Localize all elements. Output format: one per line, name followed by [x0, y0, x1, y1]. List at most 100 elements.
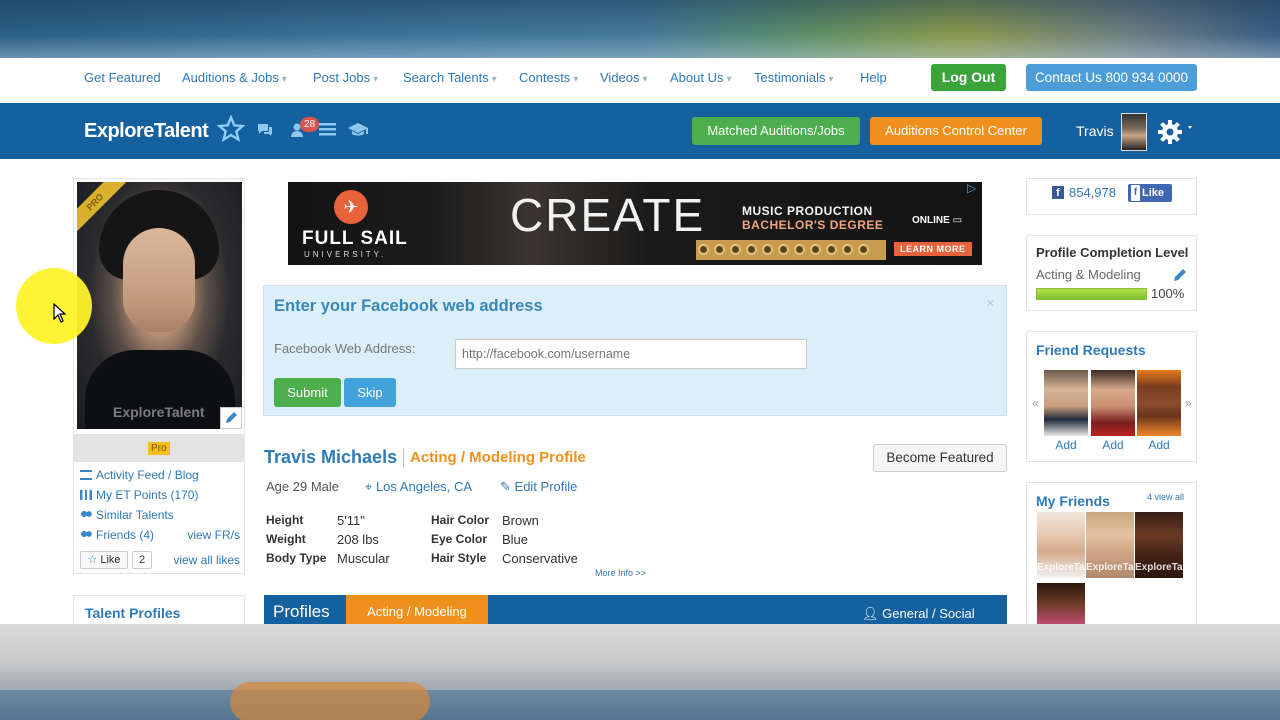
- nav-label: Help: [860, 70, 887, 85]
- header-username[interactable]: Travis: [1076, 123, 1114, 139]
- nav-label: Post Jobs: [313, 70, 371, 85]
- submit-button[interactable]: Submit: [274, 378, 341, 407]
- divider: [403, 449, 404, 467]
- ad-banner[interactable]: ✈ FULL SAIL UNIVERSITY. CREATE MUSIC PRO…: [288, 182, 982, 265]
- nav-auditions-jobs[interactable]: Auditions & Jobs ▾: [182, 70, 287, 85]
- talent-profiles-title[interactable]: Talent Profiles: [85, 605, 180, 621]
- pencil-icon[interactable]: [1172, 267, 1188, 283]
- pencil-icon: ✎: [500, 479, 511, 494]
- pro-strip: Pro: [74, 434, 244, 462]
- my-friends-title[interactable]: My Friends: [1036, 493, 1110, 509]
- nav-label: Search Talents: [403, 70, 489, 85]
- profile-photo[interactable]: ExploreTalent PRO: [77, 182, 242, 429]
- facebook-like-button[interactable]: Like: [1128, 184, 1172, 202]
- friend-request-photo[interactable]: [1091, 370, 1135, 436]
- activity-feed-link[interactable]: Activity Feed / Blog: [80, 468, 199, 482]
- view-friend-requests-link[interactable]: view FR/s: [187, 528, 240, 542]
- nav-help[interactable]: Help: [860, 70, 887, 85]
- star-logo-icon: [217, 115, 245, 142]
- attr-value: Muscular: [337, 551, 390, 566]
- map-marker-icon: ⌖: [365, 479, 373, 494]
- et-points-label: My ET Points (170): [96, 488, 199, 502]
- ad-cta[interactable]: LEARN MORE: [894, 242, 972, 256]
- like-button[interactable]: ☆ Like: [80, 551, 128, 569]
- signal-bars-icon: [80, 490, 92, 500]
- nav-videos[interactable]: Videos ▾: [600, 70, 648, 85]
- profile-type[interactable]: Acting / Modeling Profile: [410, 449, 586, 466]
- skip-button[interactable]: Skip: [344, 378, 396, 407]
- pro-tag: Pro: [148, 442, 170, 455]
- friend-photo[interactable]: ExploreTalent: [1135, 512, 1183, 578]
- tab-general-social[interactable]: 👤︎ General / Social: [862, 606, 975, 622]
- site-logo[interactable]: ExploreTalent: [84, 120, 209, 143]
- list-icon: [80, 470, 92, 480]
- laptop-icon: ▭: [952, 215, 963, 226]
- add-friend-link[interactable]: Add: [1137, 438, 1181, 452]
- caret-down-icon: ▾: [726, 74, 732, 85]
- caret-down-icon: ▾: [281, 74, 287, 85]
- friend-photo[interactable]: ExploreTalent: [1037, 512, 1085, 578]
- more-info-link[interactable]: More Info >>: [595, 568, 646, 578]
- next-arrow-icon[interactable]: »: [1185, 396, 1192, 410]
- caret-down-icon: ▾: [373, 74, 379, 85]
- nav-testimonials[interactable]: Testimonials ▾: [754, 70, 834, 85]
- users-icon: [80, 510, 92, 520]
- friend-request-photo[interactable]: [1137, 370, 1181, 436]
- caret-down-icon: ▾: [573, 74, 579, 85]
- site-header: ExploreTalent 28 Matched Auditions/Jobs …: [0, 103, 1280, 159]
- edit-profile-link[interactable]: ✎ Edit Profile: [500, 479, 577, 495]
- close-icon[interactable]: ×: [986, 295, 995, 312]
- friends-link[interactable]: Friends (4): [80, 528, 154, 542]
- become-featured-button[interactable]: Become Featured: [873, 444, 1007, 472]
- ad-program: MUSIC PRODUCTION BACHELOR'S DEGREE: [742, 204, 883, 232]
- nav-contests[interactable]: Contests ▾: [519, 70, 578, 85]
- friend-photo[interactable]: [1037, 583, 1085, 627]
- view-all-likes-link[interactable]: view all likes: [173, 553, 240, 567]
- nav-label: Videos: [600, 70, 640, 85]
- prev-arrow-icon[interactable]: «: [1032, 396, 1039, 410]
- facebook-icon: f: [1052, 186, 1064, 199]
- tab-profiles: Profiles: [273, 602, 330, 621]
- logout-button[interactable]: Log Out: [931, 64, 1006, 91]
- attr-value: 208 lbs: [337, 532, 379, 547]
- friend-photo[interactable]: ExploreTalent: [1086, 512, 1134, 578]
- tab-acting-modeling[interactable]: Acting / Modeling: [346, 595, 488, 625]
- similar-talents-link[interactable]: Similar Talents: [80, 508, 174, 522]
- menu-list-icon[interactable]: [319, 122, 336, 137]
- notification-badge: 28: [300, 117, 320, 132]
- ad-mixer-graphic: [696, 240, 886, 260]
- nav-about-us[interactable]: About Us ▾: [670, 70, 732, 85]
- contact-us-button[interactable]: Contact Us 800 934 0000: [1026, 64, 1197, 91]
- nav-post-jobs[interactable]: Post Jobs ▾: [313, 70, 378, 85]
- auditions-control-center-button[interactable]: Auditions Control Center: [870, 117, 1042, 145]
- view-all-friends-link[interactable]: 4 view all: [1147, 492, 1184, 502]
- profile-name[interactable]: Travis Michaels: [264, 447, 397, 468]
- attr-key: Eye Color: [431, 532, 488, 546]
- photo-watermark: ExploreTalent: [113, 404, 205, 420]
- nav-get-featured[interactable]: Get Featured: [84, 70, 161, 85]
- ad-choices-icon[interactable]: ▷: [967, 181, 976, 195]
- friend-request-photo[interactable]: [1044, 370, 1088, 436]
- add-friend-link[interactable]: Add: [1091, 438, 1135, 452]
- age-gender: Age 29 Male: [266, 479, 339, 494]
- friend-photo-watermark: ExploreTalent: [1135, 562, 1183, 573]
- ad-line1: MUSIC PRODUCTION: [742, 204, 873, 218]
- completion-category: Acting & Modeling: [1036, 267, 1141, 282]
- et-points-link[interactable]: My ET Points (170): [80, 488, 198, 502]
- users-icon: [80, 530, 92, 540]
- pencil-icon: [226, 412, 237, 423]
- location-link[interactable]: ⌖ Los Angeles, CA: [365, 479, 472, 495]
- matched-auditions-button[interactable]: Matched Auditions/Jobs: [692, 117, 860, 145]
- edit-photo-button[interactable]: [220, 407, 242, 429]
- gear-icon[interactable]: [1158, 118, 1196, 146]
- add-friend-link[interactable]: Add: [1044, 438, 1088, 452]
- facebook-url-input[interactable]: [455, 339, 807, 369]
- chat-icon[interactable]: [256, 122, 274, 138]
- header-avatar[interactable]: [1121, 113, 1147, 151]
- caret-down-icon: ▾: [491, 74, 497, 85]
- graduation-cap-icon[interactable]: [348, 122, 368, 138]
- attr-value: 5'11": [337, 513, 365, 528]
- completion-progress-fill: [1037, 289, 1146, 299]
- nav-search-talents[interactable]: Search Talents ▾: [403, 70, 497, 85]
- friend-requests-title[interactable]: Friend Requests: [1036, 342, 1146, 358]
